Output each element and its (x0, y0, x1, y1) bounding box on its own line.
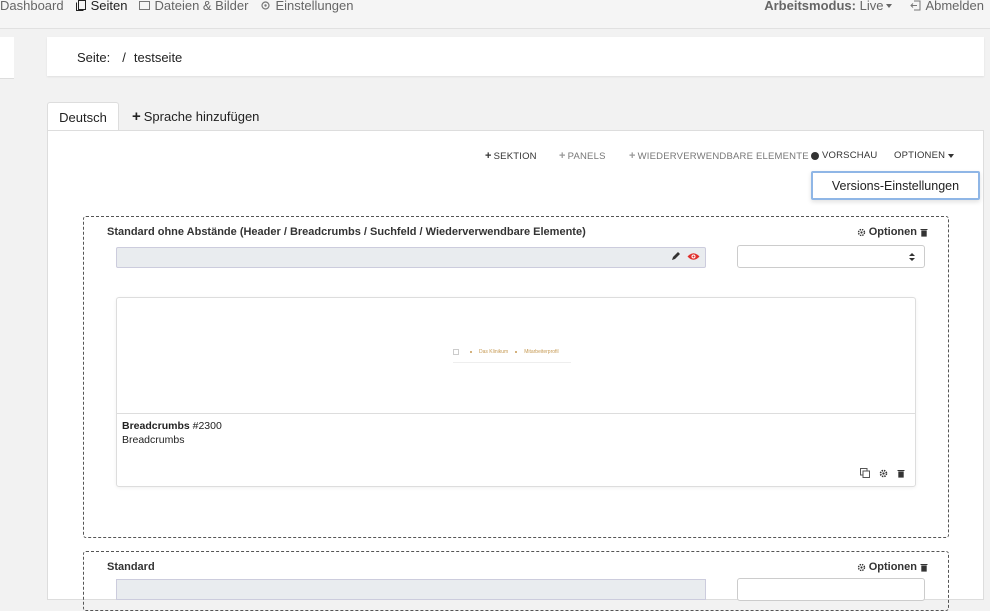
section-title: Standard ohne Abstände (Header / Breadcr… (107, 226, 586, 238)
section-title: Standard (107, 561, 155, 573)
nav-seiten[interactable]: Seiten (75, 0, 128, 13)
element-info: Breadcrumbs #2300 Breadcrumbs (122, 419, 222, 447)
main-nav: Dashboard Seiten Dateien & Bilder Einste… (0, 0, 366, 14)
menu-item-versions-einstellungen[interactable]: Versions-Einstellungen (832, 179, 959, 193)
nav-einstellungen-label: Einstellungen (275, 0, 354, 13)
select-arrows-icon (909, 253, 915, 261)
element-type: Breadcrumbs (122, 434, 185, 446)
add-language-label: Sprache hinzufügen (143, 109, 260, 124)
topbar-right: Arbeitsmodus: Live Abmelden (764, 0, 984, 14)
preview-divider (453, 362, 571, 363)
page-breadcrumb-card: Seite: / testseite (47, 37, 984, 76)
sidebar-panel (0, 37, 14, 79)
work-mode-label: Arbeitsmodus: (764, 0, 856, 13)
trash-icon[interactable] (920, 228, 928, 237)
section-options-label: Optionen (868, 226, 917, 238)
work-mode-value: Live (859, 0, 884, 13)
logout-link[interactable]: Abmelden (910, 0, 984, 13)
plus-icon: + (559, 150, 566, 162)
preview-crumb-item: Mitarbeiterprofil (524, 349, 559, 355)
nav-dashboard-label: Dashboard (0, 0, 64, 13)
options-dropdown-menu: Versions-Einstellungen (811, 171, 980, 200)
options-dropdown-toggle[interactable]: OPTIONEN (894, 150, 955, 161)
pencil-icon[interactable] (671, 251, 681, 261)
add-panels-button[interactable]: + PANELS (559, 150, 606, 162)
breadcrumb-page[interactable]: testseite (134, 50, 182, 65)
trash-icon[interactable] (897, 469, 905, 478)
element-preview[interactable]: Das Klinikum Mitarbeiterprofil (117, 298, 915, 414)
element-id: #2300 (192, 420, 222, 432)
add-language-button[interactable]: + Sprache hinzufügen (132, 102, 259, 131)
section-name-input[interactable] (116, 247, 706, 268)
add-reusable-label: WIEDERVERWENDBARE ELEMENTE (637, 150, 809, 162)
breadcrumb-separator: / (122, 50, 126, 65)
section-name-input[interactable] (116, 579, 706, 600)
section-options[interactable]: Optionen (857, 561, 928, 573)
eye-icon[interactable] (687, 252, 700, 261)
bullet-icon (515, 351, 518, 353)
add-section-button[interactable]: + SEKTION (485, 150, 537, 162)
section-block: Standard ohne Abstände (Header / Breadcr… (83, 216, 949, 538)
breadcrumb-label: Seite: (77, 50, 111, 65)
nav-einstellungen[interactable]: Einstellungen (260, 0, 354, 13)
home-icon (453, 349, 459, 355)
section-options[interactable]: Optionen (857, 226, 928, 238)
logout-label: Abmelden (925, 0, 984, 13)
nav-seiten-label: Seiten (90, 0, 128, 13)
section-type-select[interactable] (737, 578, 925, 601)
add-reusable-elements-button[interactable]: + WIEDERVERWENDBARE ELEMENTE (629, 150, 809, 162)
section-options-label: Optionen (868, 561, 917, 573)
element-name: Breadcrumbs (122, 420, 190, 432)
section-block: Standard Optionen (83, 551, 949, 611)
gear-icon (261, 0, 271, 10)
bullet-icon (470, 351, 472, 353)
work-mode-dropdown[interactable]: Arbeitsmodus: Live (764, 0, 893, 13)
options-label: OPTIONEN (894, 150, 946, 161)
breadcrumb: Seite: / testseite (77, 50, 182, 65)
pages-icon (75, 0, 86, 11)
preview-breadcrumb: Das Klinikum Mitarbeiterprofil (453, 349, 559, 355)
caret-down-icon (886, 4, 893, 9)
nav-dashboard[interactable]: Dashboard (0, 0, 64, 13)
name-bar-icons (671, 251, 700, 261)
globe-icon (811, 151, 819, 160)
top-navigation-bar: Dashboard Seiten Dateien & Bilder Einste… (0, 0, 990, 29)
files-icon (139, 0, 151, 10)
gear-icon (857, 563, 865, 571)
add-section-label: SEKTION (493, 150, 537, 162)
copy-icon[interactable] (860, 468, 870, 478)
plus-icon: + (132, 108, 141, 125)
plus-icon: + (629, 150, 636, 162)
nav-dateien-label: Dateien & Bilder (154, 0, 249, 13)
section-type-select[interactable] (737, 245, 925, 268)
plus-icon: + (485, 150, 492, 162)
logout-icon (910, 0, 921, 10)
add-panels-label: PANELS (567, 150, 606, 162)
trash-icon[interactable] (920, 563, 928, 572)
nav-dateien-bilder[interactable]: Dateien & Bilder (139, 0, 248, 13)
tab-deutsch-label: Deutsch (59, 109, 107, 125)
element-card: Das Klinikum Mitarbeiterprofil Breadcrum… (116, 297, 916, 487)
tab-deutsch[interactable]: Deutsch (47, 102, 119, 131)
editor-toolbar: + SEKTION + PANELS + WIEDERVERWENDBARE ELEM… (0, 150, 990, 162)
preview-button[interactable]: VORSCHAU (811, 150, 877, 161)
preview-crumb-item: Das Klinikum (479, 349, 509, 355)
preview-label: VORSCHAU (822, 150, 878, 161)
gear-icon (857, 228, 865, 236)
caret-down-icon (948, 153, 955, 158)
gear-icon[interactable] (879, 469, 888, 478)
element-actions (851, 468, 905, 478)
